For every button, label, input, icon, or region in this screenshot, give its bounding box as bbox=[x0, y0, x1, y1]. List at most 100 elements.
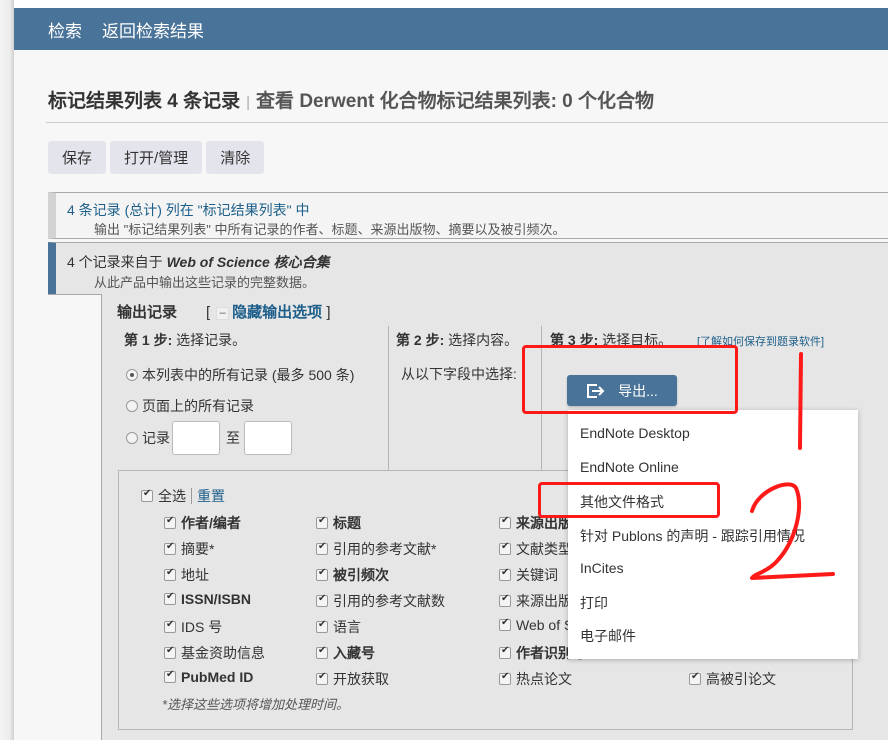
range-to-label: 至 bbox=[226, 430, 240, 446]
step2-divider bbox=[541, 326, 542, 472]
checkbox[interactable] bbox=[499, 541, 511, 555]
field-accession-number[interactable]: 入藏号 bbox=[316, 643, 375, 663]
title-separator: | bbox=[246, 94, 251, 111]
clear-button[interactable]: 清除 bbox=[206, 141, 265, 174]
radio-button[interactable] bbox=[126, 432, 138, 444]
nav-back-to-results[interactable]: 返回检索结果 bbox=[102, 17, 204, 42]
nav-search[interactable]: 检索 bbox=[48, 17, 82, 42]
checkbox[interactable] bbox=[316, 567, 328, 581]
field-highly-cited-papers[interactable]: 高被引论文 bbox=[689, 669, 776, 689]
field-document-type[interactable]: 文献类型 bbox=[499, 539, 572, 559]
checkbox[interactable] bbox=[499, 617, 511, 631]
menu-item-other-file-formats[interactable]: 其他文件格式 bbox=[580, 492, 664, 512]
derwent-compounds-link[interactable]: 查看 Derwent 化合物标记结果列表: 0 个化合物 bbox=[256, 91, 654, 112]
checkbox[interactable] bbox=[316, 645, 328, 659]
menu-item-incites[interactable]: InCites bbox=[580, 560, 624, 576]
select-all-row: 全选 重置 bbox=[141, 486, 225, 506]
checkbox[interactable] bbox=[499, 593, 511, 607]
checkbox[interactable] bbox=[316, 541, 328, 555]
top-nav: 检索 返回检索结果 bbox=[14, 8, 888, 50]
radio-button-selected[interactable] bbox=[126, 369, 138, 381]
checkbox[interactable] bbox=[164, 669, 176, 683]
radio-all-in-list[interactable]: 本列表中的所有记录 (最多 500 条) bbox=[126, 365, 354, 385]
menu-item-email[interactable]: 电子邮件 bbox=[580, 626, 636, 646]
field-author-editor[interactable]: 作者/编者 bbox=[164, 513, 241, 533]
field-funding[interactable]: 基金资助信息 bbox=[164, 643, 265, 663]
step3-label: 第 3 步: 选择目标。 bbox=[550, 332, 673, 348]
checkbox[interactable] bbox=[164, 645, 176, 659]
collapse-icon[interactable]: – bbox=[216, 307, 230, 320]
export-icon bbox=[587, 383, 605, 398]
field-label: IDS 号 bbox=[181, 619, 223, 635]
checkbox[interactable] bbox=[316, 619, 328, 633]
radio-button[interactable] bbox=[126, 400, 138, 412]
save-button[interactable]: 保存 bbox=[48, 141, 107, 174]
field-label: 作者/编者 bbox=[181, 515, 241, 531]
reset-link[interactable]: 重置 bbox=[197, 486, 225, 506]
field-label: 被引频次 bbox=[333, 567, 389, 583]
menu-item-endnote-online[interactable]: EndNote Online bbox=[580, 459, 679, 475]
field-abstract[interactable]: 摘要* bbox=[164, 539, 214, 559]
checkbox[interactable] bbox=[499, 567, 511, 581]
top-strip bbox=[14, 0, 888, 8]
field-pubmed-id[interactable]: PubMed ID bbox=[164, 669, 253, 685]
field-open-access[interactable]: 开放获取 bbox=[316, 669, 389, 689]
wos-output-option[interactable]: 4 个记录来自于 Web of Science 核心合集 从此产品中输出这些记录… bbox=[48, 242, 888, 294]
field-ids-number[interactable]: IDS 号 bbox=[164, 617, 222, 637]
open-manage-button[interactable]: 打开/管理 bbox=[110, 141, 203, 174]
checkbox[interactable] bbox=[164, 567, 176, 581]
page-title: 标记结果列表 4 条记录 | 查看 Derwent 化合物标记结果列表: 0 个化合… bbox=[48, 86, 654, 113]
summary-option-title[interactable]: 4 条记录 (总计) 列在 "标记结果列表" 中 bbox=[67, 200, 310, 220]
field-address[interactable]: 地址 bbox=[164, 565, 209, 585]
field-label: ISSN/ISBN bbox=[181, 591, 252, 607]
wos-option-description: 从此产品中输出这些记录的完整数据。 bbox=[94, 275, 316, 290]
hide-output-options-link[interactable]: 隐藏输出选项 bbox=[232, 304, 322, 321]
wos-option-prefix: 4 个记录来自于 bbox=[67, 254, 167, 270]
checkbox[interactable] bbox=[164, 591, 176, 605]
learn-bibliographic-software-link[interactable]: [了解如何保存到题录软件] bbox=[697, 333, 824, 349]
field-times-cited[interactable]: 被引频次 bbox=[316, 565, 389, 585]
select-all-checkbox[interactable] bbox=[141, 488, 153, 502]
field-cited-reference-count[interactable]: 引用的参考文献数 bbox=[316, 591, 445, 611]
field-label: 基金资助信息 bbox=[181, 645, 265, 661]
field-label: 文献类型 bbox=[516, 541, 572, 557]
export-dropdown-menu: EndNote Desktop EndNote Online 其他文件格式 针对… bbox=[568, 410, 858, 659]
marked-list-toolbar: 保存 打开/管理 清除 bbox=[48, 141, 265, 174]
checkbox[interactable] bbox=[164, 619, 176, 633]
menu-item-endnote-desktop[interactable]: EndNote Desktop bbox=[580, 425, 690, 441]
field-label: 引用的参考文献数 bbox=[333, 593, 445, 609]
radio-record-range[interactable]: 记录 至 bbox=[126, 421, 298, 455]
checkbox[interactable] bbox=[499, 645, 511, 659]
field-title[interactable]: 标题 bbox=[316, 513, 361, 533]
menu-item-print[interactable]: 打印 bbox=[580, 593, 608, 613]
field-hot-papers[interactable]: 热点论文 bbox=[499, 669, 572, 689]
hide-output-options-toggle[interactable]: [– 隐藏输出选项 ] bbox=[206, 301, 331, 322]
record-to-input[interactable] bbox=[244, 421, 292, 455]
wos-product-name: Web of Science 核心合集 bbox=[166, 254, 330, 270]
checkbox[interactable] bbox=[316, 593, 328, 607]
checkbox[interactable] bbox=[164, 515, 176, 529]
select-all-label[interactable]: 全选 bbox=[158, 486, 186, 506]
field-label: 开放获取 bbox=[333, 671, 389, 687]
export-button[interactable]: 导出... bbox=[567, 375, 677, 406]
marked-list-title: 标记结果列表 4 条记录 bbox=[48, 91, 241, 112]
step1-divider bbox=[388, 326, 389, 472]
checkbox[interactable] bbox=[316, 515, 328, 529]
field-issn-isbn[interactable]: ISSN/ISBN bbox=[164, 591, 251, 607]
field-keywords[interactable]: 关键词 bbox=[499, 565, 558, 585]
bracket-close: ] bbox=[326, 304, 331, 321]
field-label: 关键词 bbox=[516, 567, 558, 583]
summary-option-description: 输出 "标记结果列表" 中所有记录的作者、标题、来源出版物、摘要以及被引频次。 bbox=[94, 222, 566, 237]
field-cited-references[interactable]: 引用的参考文献* bbox=[316, 539, 436, 559]
checkbox[interactable] bbox=[164, 541, 176, 555]
checkbox[interactable] bbox=[499, 671, 511, 685]
field-label: 引用的参考文献* bbox=[333, 541, 437, 557]
checkbox[interactable] bbox=[689, 671, 701, 685]
summary-output-option[interactable]: 4 条记录 (总计) 列在 "标记结果列表" 中 输出 "标记结果列表" 中所有… bbox=[48, 192, 888, 239]
menu-item-publons-claim[interactable]: 针对 Publons 的声明 - 跟踪引用情况 bbox=[580, 526, 805, 546]
field-language[interactable]: 语言 bbox=[316, 617, 361, 637]
radio-all-on-page[interactable]: 页面上的所有记录 bbox=[126, 396, 254, 416]
record-from-input[interactable] bbox=[172, 421, 220, 455]
checkbox[interactable] bbox=[316, 671, 328, 685]
checkbox[interactable] bbox=[499, 515, 511, 529]
